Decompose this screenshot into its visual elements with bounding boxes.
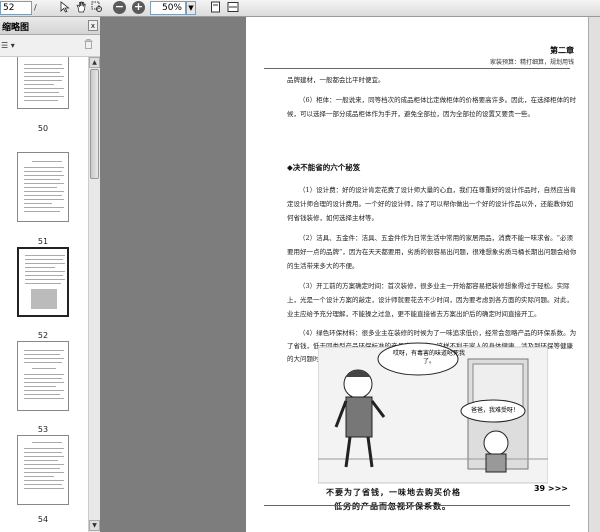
cartoon-caption: 低劣的产品而忽视环保系数。 [334, 502, 451, 511]
thumbnail-label: 52 [37, 331, 49, 340]
speech-bubble-father: 哎呀，有毒害的味道呛死我了。 [392, 350, 465, 365]
zoom-dropdown[interactable]: ▼ [186, 1, 196, 15]
paragraph: （6）柜体：一般说来，同等档次的成品柜体比定做柜体的价格要高许多。因此，在选择柜… [287, 96, 577, 118]
thumbnail-page[interactable] [17, 152, 69, 222]
page-header: 第二章 家装预算：精打细算，规划用钱 [490, 45, 574, 66]
thumbnail-label: 50 [37, 124, 49, 133]
toolbar: 52 / 230 − + 50% ▼ [0, 0, 600, 26]
fit-width-icon[interactable] [226, 1, 240, 15]
cartoon-caption: 不要为了省钱，一味地去购买价格 [326, 488, 461, 497]
thumbnail-scrollbar[interactable]: ▲ ▼ [88, 57, 100, 532]
panel-header: 缩略图 x [0, 17, 100, 35]
thumbnail-label: 54 [37, 515, 49, 524]
paragraph: 品牌建材，一般都会比平时便宜。 [287, 76, 385, 84]
hand-icon[interactable] [74, 1, 88, 15]
panel-close-button[interactable]: x [88, 20, 98, 31]
chapter-title: 第二章 [550, 45, 574, 55]
panel-options-button[interactable]: ☰ ▾ [1, 41, 15, 50]
page-number: 39 >>> [533, 484, 568, 493]
thumbnail-page-selected[interactable] [17, 247, 69, 317]
zoom-input[interactable]: 50% [150, 1, 186, 15]
thumbnail-label: 53 [37, 425, 49, 434]
thumbnail-page[interactable] [17, 435, 69, 505]
paragraph: （2）洁具、五金件：洁具、五金件作为日常生活中常用的家居用品，消费不能一味求省。… [287, 234, 577, 270]
section-heading: ◆决不能省的六个秘笈 [287, 163, 361, 172]
footer-divider [264, 505, 570, 506]
scrollbar-thumb[interactable] [90, 69, 99, 179]
thumbnail-list: 50 51 52 53 54 [0, 57, 88, 532]
thumbnail-label: 51 [37, 237, 49, 246]
marquee-zoom-icon[interactable] [90, 1, 104, 15]
scroll-down-icon[interactable]: ▼ [89, 520, 100, 531]
speech-bubble-child: 爸爸，我难受呀！ [470, 407, 519, 414]
paragraph: （1）设计费：好的设计肯定花费了设计师大量的心血，我们在尊重好的设计作品时，自然… [287, 186, 577, 222]
select-icon[interactable] [58, 1, 72, 15]
page-number-input[interactable]: 52 [0, 1, 32, 15]
page-count: / 230 [34, 3, 49, 26]
paragraph: （3）开工前的方案确定时间：首次装修，很多业主一开始都容易把装修想象得过于轻松。… [287, 282, 573, 318]
document-scrollbar[interactable] [588, 17, 600, 532]
chapter-subtitle: 家装预算：精打细算，规划用钱 [489, 59, 574, 66]
zoom-out-button[interactable]: − [113, 1, 126, 14]
scroll-up-icon[interactable]: ▲ [89, 57, 100, 68]
document-page: 第二章 家装预算：精打细算，规划用钱 品牌建材，一般都会比平时便宜。 （6）柜体… [246, 17, 588, 532]
fit-page-icon[interactable] [208, 1, 222, 15]
thumbnail-page[interactable] [17, 341, 69, 411]
trash-icon[interactable] [84, 39, 93, 52]
panel-title: 缩略图 [2, 23, 30, 33]
header-divider [264, 68, 570, 69]
thumbnail-panel: 缩略图 x ☰ ▾ 50 51 52 53 54 ▲ ▼ [0, 17, 100, 532]
panel-toolbar: ☰ ▾ [0, 35, 100, 57]
zoom-in-button[interactable]: + [132, 1, 145, 14]
thumbnail-page[interactable] [17, 57, 69, 109]
